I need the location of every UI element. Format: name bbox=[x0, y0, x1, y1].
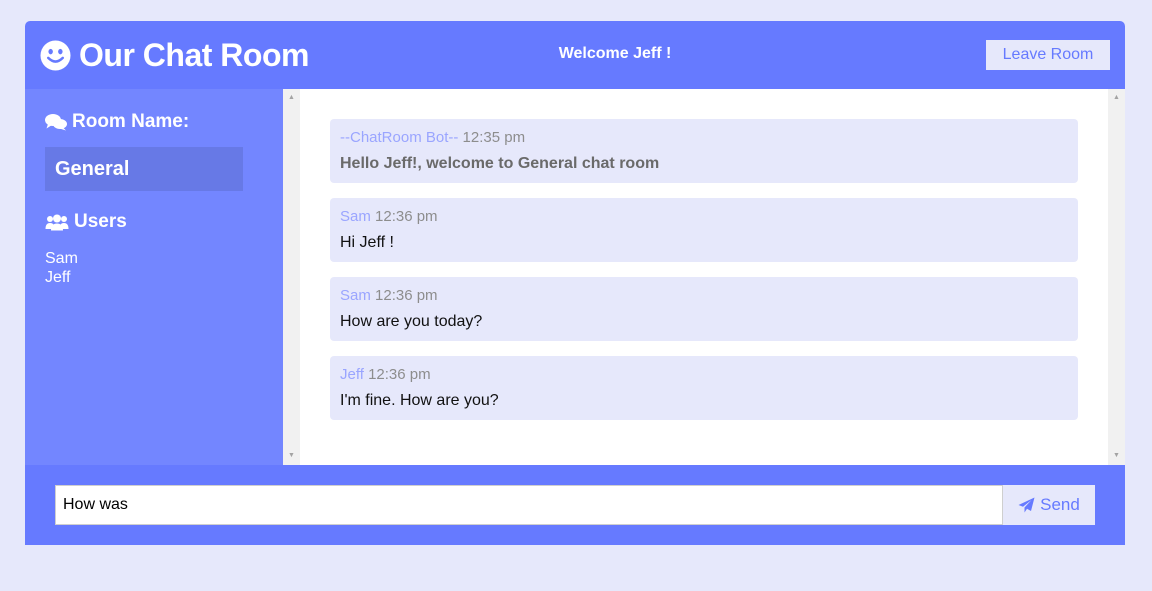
comments-icon bbox=[45, 113, 67, 130]
users-heading-label: Users bbox=[74, 211, 127, 232]
welcome-text: Welcome Jeff ! bbox=[558, 45, 672, 62]
users-list: Sam Jeff bbox=[45, 249, 78, 287]
message-meta: Jeff 12:36 pm bbox=[340, 366, 1068, 384]
scroll-up-arrow-icon[interactable]: ▲ bbox=[1108, 92, 1125, 104]
app-header: Our Chat Room Welcome Jeff ! Leave Room bbox=[25, 21, 1125, 89]
message-time: 12:36 pm bbox=[375, 208, 438, 225]
message-time: 12:36 pm bbox=[368, 366, 431, 383]
message-time: 12:35 pm bbox=[462, 129, 526, 146]
sidebar: Room Name: General Users Sam Jeff bbox=[25, 89, 283, 465]
chat-message: Jeff 12:36 pm I'm fine. How are you? bbox=[330, 356, 1078, 420]
message-time: 12:36 pm bbox=[375, 287, 438, 304]
message-meta: Sam 12:36 pm bbox=[340, 287, 1068, 305]
scroll-up-arrow-icon[interactable]: ▲ bbox=[283, 92, 300, 104]
message-text: I'm fine. How are you? bbox=[340, 392, 499, 409]
chat-message: --ChatRoom Bot-- 12:35 pm Hello Jeff!, w… bbox=[330, 119, 1078, 183]
chat-message: Sam 12:36 pm How are you today? bbox=[330, 277, 1078, 341]
app-title: Our Chat Room bbox=[79, 36, 309, 73]
left-scrollbar[interactable]: ▲ ▼ bbox=[283, 89, 300, 465]
scroll-down-arrow-icon[interactable]: ▼ bbox=[1108, 450, 1125, 462]
chat-message: Sam 12:36 pm Hi Jeff ! bbox=[330, 198, 1078, 262]
leave-room-button[interactable]: Leave Room bbox=[986, 40, 1110, 70]
app-logo: Our Chat Room bbox=[40, 34, 309, 76]
users-icon bbox=[45, 214, 69, 230]
chat-container: Our Chat Room Welcome Jeff ! Leave Room … bbox=[25, 21, 1125, 545]
message-text: How are you today? bbox=[340, 313, 483, 330]
right-scrollbar[interactable]: ▲ ▼ bbox=[1108, 89, 1125, 465]
message-text: Hi Jeff ! bbox=[340, 234, 394, 251]
message-author: --ChatRoom Bot-- bbox=[340, 129, 459, 146]
send-button[interactable]: Send bbox=[1003, 485, 1095, 525]
message-meta: Sam 12:36 pm bbox=[340, 208, 1068, 226]
scroll-down-arrow-icon[interactable]: ▼ bbox=[283, 450, 300, 462]
message-author: Sam bbox=[340, 287, 371, 304]
chat-messages[interactable]: ▲ ▼ --ChatRoom Bot-- 12:35 pm Hello Jeff… bbox=[283, 89, 1125, 465]
user-item: Jeff bbox=[45, 269, 71, 286]
room-name-heading-label: Room Name: bbox=[72, 111, 190, 132]
paper-plane-icon bbox=[1018, 497, 1035, 513]
room-name-heading: Room Name: bbox=[45, 111, 189, 133]
message-author: Jeff bbox=[340, 366, 364, 383]
user-item: Sam bbox=[45, 250, 78, 267]
message-author: Sam bbox=[340, 208, 371, 225]
smile-icon bbox=[40, 39, 71, 71]
message-composer: Send bbox=[25, 465, 1125, 545]
message-meta: --ChatRoom Bot-- 12:35 pm bbox=[340, 129, 1068, 147]
users-heading: Users bbox=[45, 211, 127, 233]
message-text: Hello Jeff!, welcome to General chat roo… bbox=[340, 155, 660, 172]
send-button-label: Send bbox=[1040, 495, 1080, 514]
message-input[interactable] bbox=[55, 485, 1003, 525]
room-name: General bbox=[45, 147, 243, 191]
